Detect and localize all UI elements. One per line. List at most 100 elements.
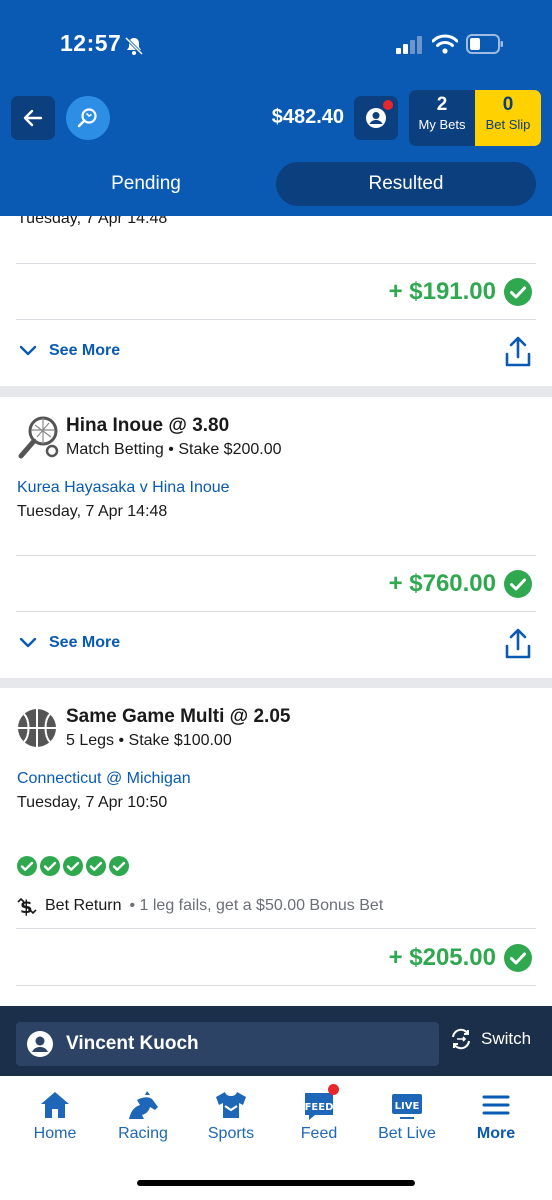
switch-icon <box>452 1028 470 1050</box>
leg-results <box>17 856 129 876</box>
leg-won-check-icon <box>63 856 83 876</box>
bet-return: + $760.00 <box>389 570 532 598</box>
jersey-icon <box>216 1092 246 1118</box>
status-bar: 12:57 <box>0 0 552 90</box>
my-bets-button[interactable]: 2 My Bets <box>409 90 475 146</box>
search-icon <box>77 108 97 128</box>
bet-subtitle: Match Betting • Stake $200.00 <box>66 441 282 458</box>
nav-label: Sports <box>207 1125 255 1142</box>
bet-title: Hina Inoue @ 3.80 <box>66 415 230 436</box>
switch-account-button[interactable]: Switch <box>450 1028 531 1050</box>
user-circle-icon <box>27 1031 53 1057</box>
see-more-button[interactable]: See More <box>19 634 120 652</box>
nav-label: Bet Live <box>378 1125 436 1142</box>
bet-status-tabs: Pending Resulted <box>0 162 552 206</box>
divider <box>16 928 536 929</box>
bet-slip-count: 0 <box>502 94 514 115</box>
bet-card: Same Game Multi @ 2.05 5 Legs • Stake $1… <box>0 688 552 1006</box>
check-circle-icon <box>504 278 532 306</box>
chevron-down-icon <box>19 637 37 648</box>
nav-more[interactable]: More <box>452 1088 540 1143</box>
notification-dot <box>383 100 393 110</box>
bet-subtitle: 5 Legs • Stake $100.00 <box>66 732 232 749</box>
nav-home[interactable]: Home <box>11 1088 99 1143</box>
return-amount: + $760.00 <box>388 570 496 597</box>
divider <box>16 985 536 986</box>
divider <box>16 319 536 320</box>
event-link[interactable]: Connecticut @ Michigan <box>17 770 191 788</box>
bets-group: 2 My Bets 0 Bet Slip <box>409 90 541 146</box>
account-button[interactable] <box>354 96 398 140</box>
leg-won-check-icon <box>109 856 129 876</box>
see-more-label: See More <box>49 634 121 651</box>
dollar-refresh-icon: $ <box>17 897 37 918</box>
leg-won-check-icon <box>40 856 60 876</box>
leg-won-check-icon <box>86 856 106 876</box>
account-balance[interactable]: $482.40 <box>272 106 344 129</box>
signal-icon <box>396 36 422 54</box>
app-header: 12:57 $482.40 2 My Bets 0 Bet Slip Pendi… <box>0 0 552 216</box>
bet-return: + $205.00 <box>389 944 532 972</box>
menu-icon <box>482 1095 510 1115</box>
check-circle-icon <box>504 570 532 598</box>
nav-label: Feed <box>300 1125 338 1142</box>
svg-text:FEED: FEED <box>305 1102 334 1113</box>
nav-label: Home <box>33 1125 77 1142</box>
nav-racing[interactable]: Racing <box>99 1088 187 1143</box>
nav-feed[interactable]: FEED Feed <box>275 1084 363 1143</box>
horse-icon <box>129 1091 158 1119</box>
my-bets-count: 2 <box>436 94 448 115</box>
bets-list[interactable]: Tuesday, 7 Apr 14:48 + $191.00 See More <box>0 216 552 1006</box>
share-icon[interactable] <box>504 336 532 368</box>
chevron-down-icon <box>19 345 37 356</box>
bet-return-promo: $ Bet Return • 1 leg fails, get a $50.00… <box>17 894 383 918</box>
bet-slip-button[interactable]: 0 Bet Slip <box>475 90 541 146</box>
battery-icon <box>466 34 503 54</box>
bet-date: Tuesday, 7 Apr 14:48 <box>17 503 168 520</box>
home-indicator <box>137 1180 415 1186</box>
tab-pending[interactable]: Pending <box>16 162 276 206</box>
share-icon[interactable] <box>504 628 532 660</box>
feed-notification-dot <box>328 1084 339 1095</box>
bet-date: Tuesday, 7 Apr 14:48 <box>17 216 168 227</box>
user-account-pill[interactable]: Vincent Kuoch <box>16 1022 439 1066</box>
basketball-icon <box>18 709 56 747</box>
return-amount: + $191.00 <box>388 278 496 305</box>
bet-date: Tuesday, 7 Apr 10:50 <box>17 794 168 811</box>
switch-label: Switch <box>481 1029 532 1048</box>
arrow-left-icon <box>23 109 43 127</box>
status-time: 12:57 <box>60 30 122 56</box>
divider <box>16 263 536 264</box>
user-bar: Vincent Kuoch Switch <box>0 1006 552 1076</box>
nav-label: More <box>476 1125 516 1142</box>
nav-sports[interactable]: Sports <box>187 1088 275 1143</box>
check-circle-icon <box>504 944 532 972</box>
tennis-icon <box>18 416 59 459</box>
user-icon <box>366 108 386 128</box>
divider <box>16 555 536 556</box>
see-more-button[interactable]: See More <box>19 342 120 360</box>
see-more-label: See More <box>49 342 121 359</box>
bet-title: Same Game Multi @ 2.05 <box>66 706 291 727</box>
bet-return: + $191.00 <box>389 278 532 306</box>
bet-return-label: Bet Return <box>45 897 122 914</box>
bet-card: Tuesday, 7 Apr 14:48 + $191.00 See More <box>0 216 552 386</box>
divider <box>16 611 536 612</box>
tab-resulted[interactable]: Resulted <box>276 162 536 206</box>
bet-card: Hina Inoue @ 3.80 Match Betting • Stake … <box>0 397 552 678</box>
header-nav: $482.40 2 My Bets 0 Bet Slip <box>0 90 552 146</box>
live-icon: LIVE <box>392 1094 422 1119</box>
event-link[interactable]: Kurea Hayasaka v Hina Inoue <box>17 479 230 497</box>
wifi-icon <box>432 34 458 54</box>
back-button[interactable] <box>11 96 55 140</box>
nav-bet-live[interactable]: LIVE Bet Live <box>363 1088 451 1143</box>
bet-return-description: • 1 leg fails, get a $50.00 Bonus Bet <box>129 897 384 914</box>
home-icon <box>41 1092 69 1118</box>
return-amount: + $205.00 <box>388 944 496 971</box>
svg-text:LIVE: LIVE <box>395 1101 420 1112</box>
bell-off-icon <box>124 36 144 56</box>
user-name: Vincent Kuoch <box>66 1033 199 1054</box>
search-button[interactable] <box>66 96 110 140</box>
bet-slip-label: Bet Slip <box>485 117 531 132</box>
nav-label: Racing <box>118 1125 168 1142</box>
